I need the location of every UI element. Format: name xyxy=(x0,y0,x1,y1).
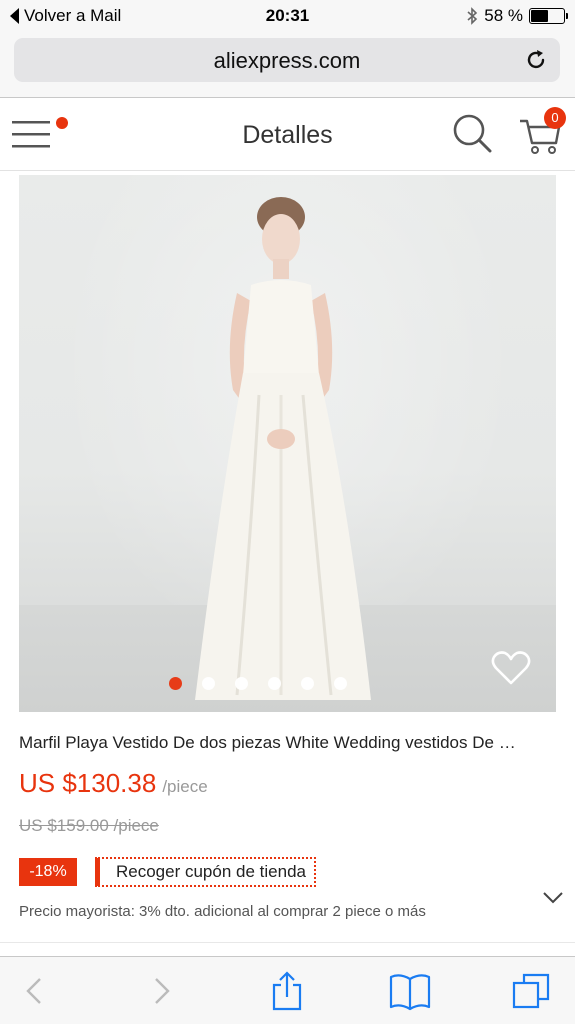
app-header: Detalles 0 xyxy=(0,99,575,171)
gallery-pagination xyxy=(19,677,526,690)
forward-icon[interactable] xyxy=(140,971,184,1011)
tabs-icon[interactable] xyxy=(510,971,554,1011)
share-icon[interactable] xyxy=(265,971,309,1011)
product-image[interactable] xyxy=(19,175,556,712)
gallery-dot[interactable] xyxy=(201,677,215,690)
battery-percent: 58 % xyxy=(484,6,523,25)
status-right: 58 % xyxy=(466,6,568,26)
gallery-dot[interactable] xyxy=(333,677,347,690)
current-price: US $130.38 xyxy=(19,768,157,798)
cart-count-badge: 0 xyxy=(544,107,566,129)
original-price: US $159.00 /piece xyxy=(19,816,159,835)
discount-badge: -18% xyxy=(19,858,77,886)
gallery-dot[interactable] xyxy=(267,677,281,690)
gallery-dot[interactable] xyxy=(168,677,182,690)
browser-address-area: aliexpress.com xyxy=(0,32,575,98)
wholesale-info: Precio mayorista: 3% dto. adicional al c… xyxy=(19,903,426,920)
chevron-down-icon[interactable] xyxy=(542,890,564,906)
back-icon[interactable] xyxy=(14,971,58,1011)
divider xyxy=(0,942,575,943)
store-coupon-button[interactable]: Recoger cupón de tienda xyxy=(95,857,316,887)
battery-icon xyxy=(529,8,568,24)
price-unit: /piece xyxy=(162,777,208,796)
url-text: aliexpress.com xyxy=(213,48,361,73)
battery-fill xyxy=(531,10,548,22)
address-bar[interactable]: aliexpress.com xyxy=(14,38,560,82)
browser-toolbar xyxy=(0,956,575,1024)
status-bar: Volver a Mail 20:31 58 % xyxy=(0,0,575,32)
price-row: US $130.38 /piece xyxy=(19,768,208,799)
wedding-dress-photo xyxy=(195,197,371,700)
product-title: Marfil Playa Vestido De dos piezas White… xyxy=(19,733,516,752)
gallery-dot[interactable] xyxy=(234,677,248,690)
gallery-dot[interactable] xyxy=(300,677,314,690)
search-icon[interactable] xyxy=(452,113,492,153)
reload-icon[interactable] xyxy=(524,48,548,72)
bluetooth-icon xyxy=(467,7,478,25)
bookmarks-icon[interactable] xyxy=(388,971,432,1011)
